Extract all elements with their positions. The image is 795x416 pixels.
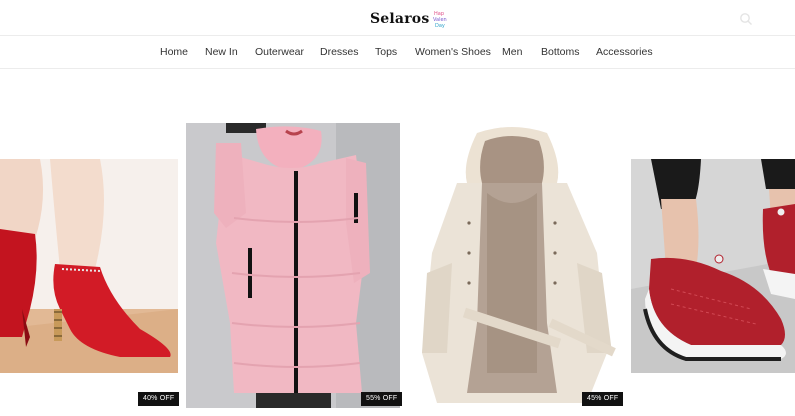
- discount-badge: 55% OFF: [361, 392, 403, 406]
- discount-badge: 45% OFF: [582, 392, 624, 406]
- nav-item-womens-shoes[interactable]: Women's Shoes: [415, 46, 491, 58]
- nav-item-home[interactable]: Home: [160, 46, 188, 58]
- red-knit-sneakers-image: [631, 159, 795, 373]
- nav-item-dresses[interactable]: Dresses: [320, 46, 359, 58]
- nav-item-accessories[interactable]: Accessories: [596, 46, 653, 58]
- nav-item-men[interactable]: Men: [502, 46, 522, 58]
- product-card-fur-lined-parka[interactable]: [407, 123, 621, 408]
- pink-puffer-coat-image: [186, 123, 400, 408]
- svg-text:Day: Day: [435, 23, 445, 29]
- main-navigation: Home New In Outerwear Dresses Tops Women…: [0, 36, 795, 69]
- brand-logo[interactable]: Selaros Hap Valen Day: [370, 8, 454, 30]
- nav-item-tops[interactable]: Tops: [375, 46, 397, 58]
- red-ankle-boots-image: [0, 159, 178, 373]
- nav-item-new-in[interactable]: New In: [205, 46, 238, 58]
- product-carousel[interactable]: 40% OFF 55% OFF 45% OFF: [0, 70, 795, 416]
- product-card-pink-puffer-coat[interactable]: [186, 123, 400, 408]
- product-card-red-knit-sneakers[interactable]: [631, 159, 795, 373]
- site-header: Selaros Hap Valen Day: [0, 0, 795, 36]
- brand-name: Selaros: [370, 11, 430, 27]
- discount-badge: 40% OFF: [138, 392, 180, 406]
- fur-lined-parka-image: [407, 123, 621, 408]
- nav-item-bottoms[interactable]: Bottoms: [541, 46, 580, 58]
- valentine-badge-icon: Hap Valen Day: [433, 11, 447, 29]
- product-card-red-ankle-boots[interactable]: [0, 159, 178, 373]
- nav-item-outerwear[interactable]: Outerwear: [255, 46, 304, 58]
- search-icon[interactable]: [739, 12, 753, 26]
